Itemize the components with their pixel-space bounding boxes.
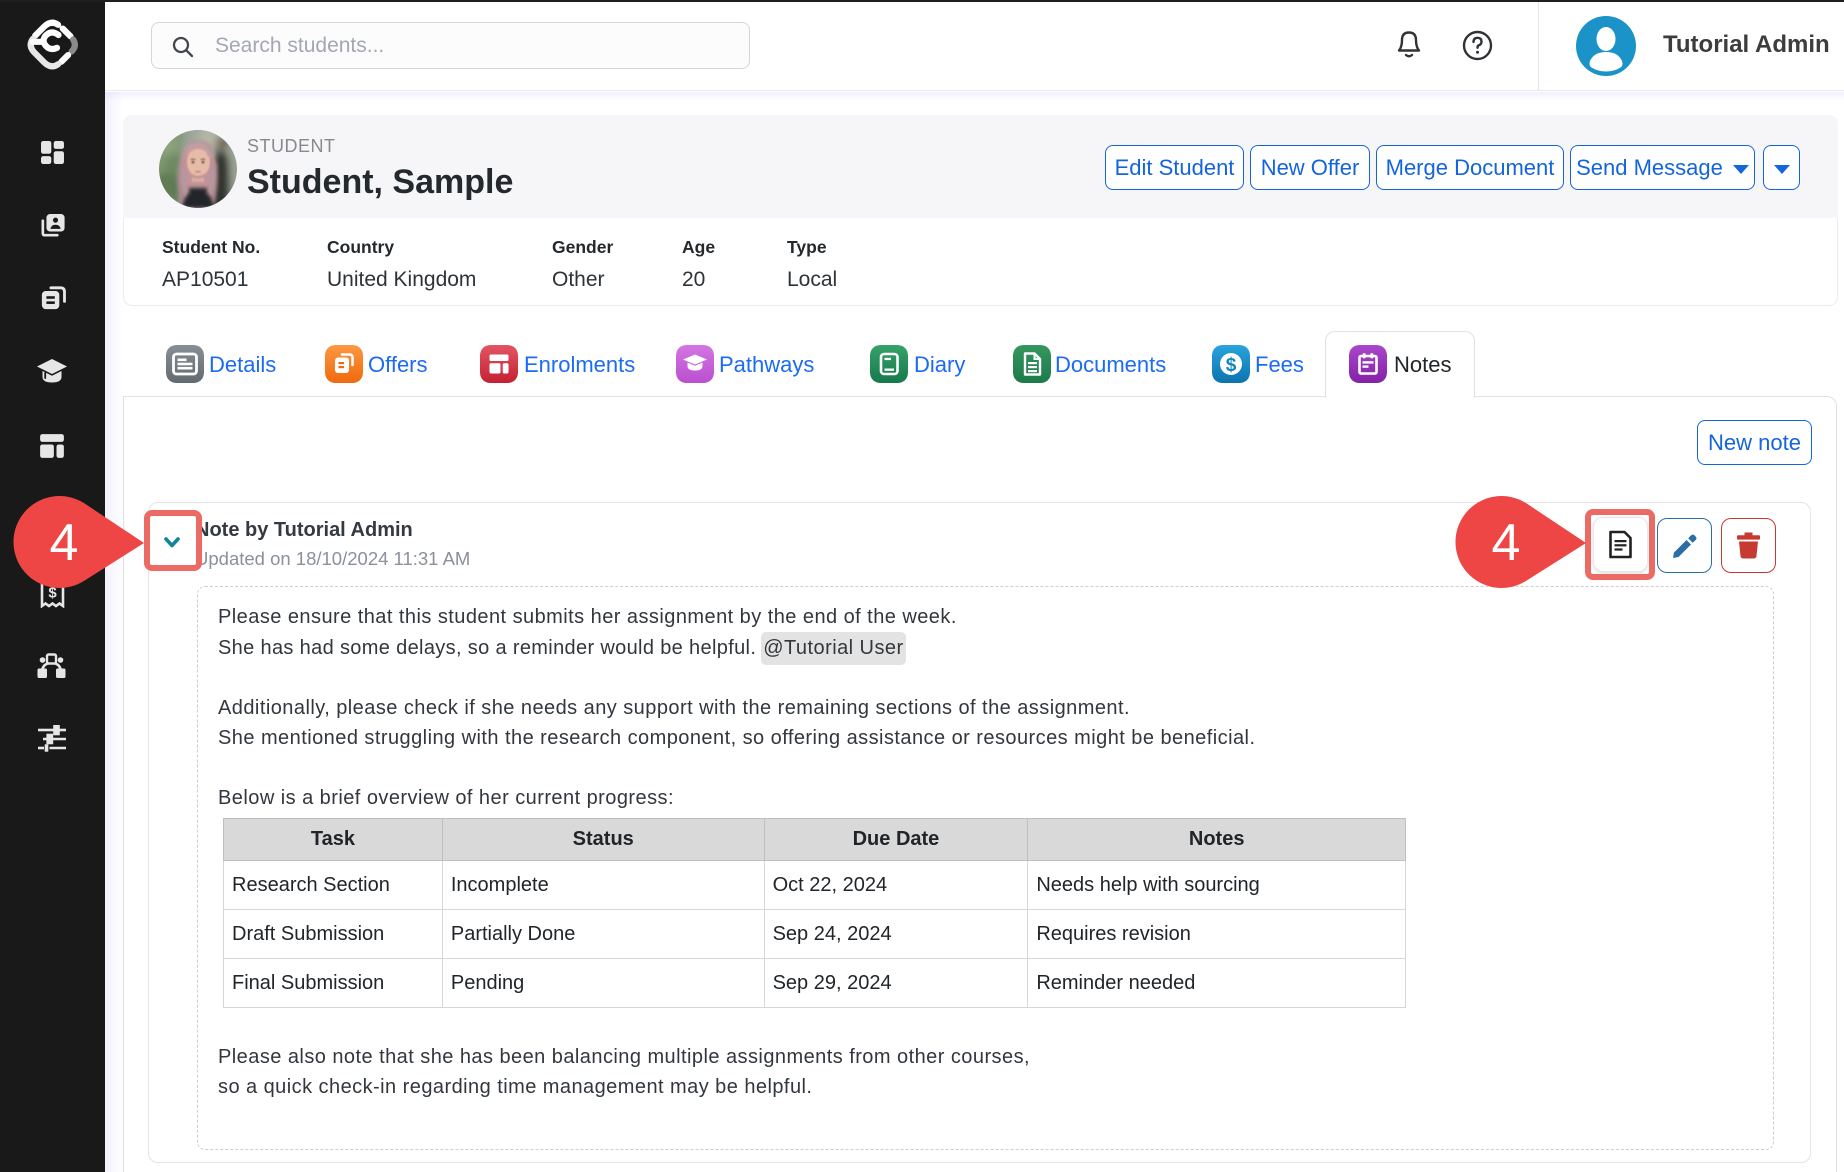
svg-text:4: 4 bbox=[50, 514, 79, 572]
svg-text:$: $ bbox=[1226, 355, 1237, 376]
svg-text:4: 4 bbox=[1492, 514, 1521, 572]
